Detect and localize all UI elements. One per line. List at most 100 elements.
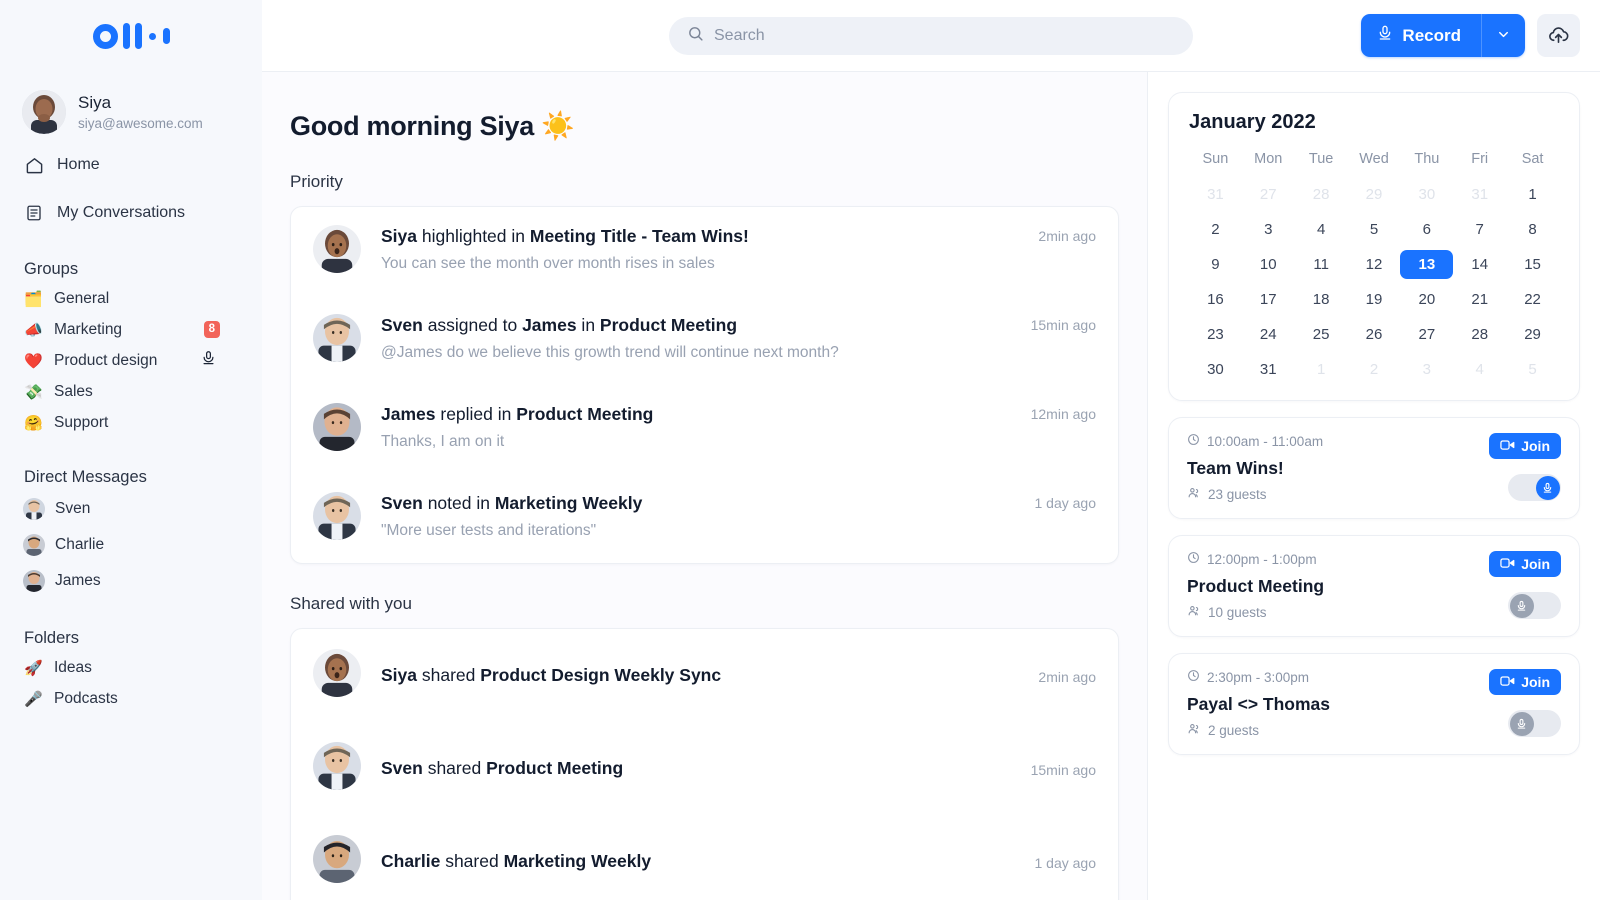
- list-item[interactable]: Sven noted in Marketing Weekly "More use…: [291, 474, 1118, 563]
- list-item[interactable]: Siya highlighted in Meeting Title - Team…: [291, 207, 1118, 296]
- calendar-day[interactable]: 18: [1295, 285, 1348, 314]
- calendar-day[interactable]: 24: [1242, 320, 1295, 349]
- calendar-day[interactable]: 10: [1242, 250, 1295, 279]
- calendar-day-selected[interactable]: 13: [1400, 250, 1453, 279]
- list-item[interactable]: Sven shared Product Meeting 15min ago: [291, 722, 1118, 815]
- calendar-day[interactable]: 1: [1295, 355, 1348, 384]
- clock-icon: [1187, 669, 1200, 685]
- logo-wrap: [20, 0, 242, 72]
- calendar-day[interactable]: 4: [1295, 215, 1348, 244]
- calendar-day[interactable]: 17: [1242, 285, 1295, 314]
- calendar-day[interactable]: 8: [1506, 215, 1559, 244]
- calendar-day[interactable]: 25: [1295, 320, 1348, 349]
- actor-name: Sven: [381, 315, 423, 335]
- groups-section-title: Groups: [20, 260, 242, 279]
- calendar-day[interactable]: 28: [1295, 180, 1348, 209]
- calendar-day[interactable]: 29: [1348, 180, 1401, 209]
- list-item[interactable]: Sven assigned to James in Product Meetin…: [291, 296, 1118, 385]
- meeting-title: Product Meeting: [1187, 576, 1561, 597]
- list-item-body: Sven shared Product Meeting: [381, 757, 1015, 781]
- calendar-day[interactable]: 31: [1242, 355, 1295, 384]
- calendar-day[interactable]: 7: [1453, 215, 1506, 244]
- action-verb: shared: [440, 851, 503, 871]
- join-button[interactable]: Join: [1489, 669, 1561, 695]
- sidebar-item-my-conversations[interactable]: My Conversations: [20, 196, 242, 230]
- join-button[interactable]: Join: [1489, 433, 1561, 459]
- search-input[interactable]: [714, 27, 1175, 45]
- calendar-day[interactable]: 29: [1506, 320, 1559, 349]
- sidebar-item-home[interactable]: Home: [20, 148, 242, 182]
- record-dropdown-button[interactable]: [1481, 14, 1525, 57]
- microphone-icon[interactable]: [201, 350, 216, 371]
- upload-button[interactable]: [1537, 14, 1580, 57]
- calendar-day[interactable]: 1: [1506, 180, 1559, 209]
- calendar-day[interactable]: 15: [1506, 250, 1559, 279]
- sidebar-dm-charlie[interactable]: Charlie: [20, 527, 242, 563]
- calendar-day[interactable]: 2: [1189, 215, 1242, 244]
- topbar-actions: Record: [1361, 14, 1580, 57]
- sidebar-dm-sven[interactable]: Sven: [20, 491, 242, 527]
- calendar-day[interactable]: 12: [1348, 250, 1401, 279]
- calendar-day[interactable]: 6: [1400, 215, 1453, 244]
- calendar-day[interactable]: 3: [1400, 355, 1453, 384]
- calendar-day[interactable]: 23: [1189, 320, 1242, 349]
- calendar-grid: Sun Mon Tue Wed Thu Fri Sat 31 27 28 29 …: [1189, 144, 1559, 384]
- people-icon: [1187, 604, 1201, 620]
- list-item-title: Sven noted in Marketing Weekly: [381, 492, 1019, 516]
- meeting-card[interactable]: 10:00am - 11:00am Team Wins! 23 guests J: [1168, 417, 1580, 519]
- search-box[interactable]: [669, 17, 1193, 55]
- sidebar-group-sales[interactable]: 💸 Sales: [20, 376, 242, 407]
- join-button[interactable]: Join: [1489, 551, 1561, 577]
- calendar-day[interactable]: 9: [1189, 250, 1242, 279]
- list-item[interactable]: Charlie shared Marketing Weekly 1 day ag…: [291, 815, 1118, 900]
- calendar-day[interactable]: 21: [1453, 285, 1506, 314]
- list-item-timestamp: 2min ago: [1022, 666, 1096, 685]
- sidebar-group-product-design[interactable]: ❤️ Product design: [20, 345, 242, 376]
- calendar-day[interactable]: 5: [1506, 355, 1559, 384]
- calendar-day[interactable]: 30: [1400, 180, 1453, 209]
- calendar-day[interactable]: 19: [1348, 285, 1401, 314]
- microphone-toggle[interactable]: [1508, 710, 1561, 737]
- calendar-day[interactable]: 27: [1400, 320, 1453, 349]
- sidebar-dm-james[interactable]: James: [20, 563, 242, 599]
- calendar-day[interactable]: 27: [1242, 180, 1295, 209]
- sidebar-group-marketing[interactable]: 📣 Marketing 8: [20, 314, 242, 345]
- list-item-snippet: "More user tests and iterations": [381, 522, 1019, 540]
- sidebar-folder-podcasts[interactable]: 🎤 Podcasts: [20, 683, 242, 714]
- microphone-toggle[interactable]: [1508, 592, 1561, 619]
- calendar-day[interactable]: 5: [1348, 215, 1401, 244]
- calendar-day[interactable]: 16: [1189, 285, 1242, 314]
- actor-name: Siya: [381, 665, 417, 685]
- microphone-toggle[interactable]: [1508, 474, 1561, 501]
- list-item-snippet: You can see the month over month rises i…: [381, 255, 1022, 273]
- profile-email: siya@awesome.com: [78, 116, 203, 131]
- calendar-day[interactable]: 4: [1453, 355, 1506, 384]
- list-item-snippet: @James do we believe this growth trend w…: [381, 344, 1015, 362]
- calendar-day[interactable]: 11: [1295, 250, 1348, 279]
- meeting-card[interactable]: 2:30pm - 3:00pm Payal <> Thomas 2 guests: [1168, 653, 1580, 755]
- people-icon: [1187, 722, 1201, 738]
- meeting-card[interactable]: 12:00pm - 1:00pm Product Meeting 10 gues…: [1168, 535, 1580, 637]
- app-root: Siya siya@awesome.com Home My Conversati…: [0, 0, 1600, 900]
- sidebar-group-support[interactable]: 🤗 Support: [20, 407, 242, 438]
- calendar-day[interactable]: 2: [1348, 355, 1401, 384]
- calendar-day[interactable]: 22: [1506, 285, 1559, 314]
- sidebar-group-general[interactable]: 🗂️ General: [20, 283, 242, 314]
- list-item[interactable]: James replied in Product Meeting Thanks,…: [291, 385, 1118, 474]
- calendar-day[interactable]: 31: [1453, 180, 1506, 209]
- meeting-time: 2:30pm - 3:00pm: [1207, 670, 1309, 685]
- otter-logo[interactable]: [93, 23, 170, 49]
- calendar-day[interactable]: 30: [1189, 355, 1242, 384]
- profile[interactable]: Siya siya@awesome.com: [20, 90, 242, 134]
- calendar-day[interactable]: 14: [1453, 250, 1506, 279]
- calendar-day[interactable]: 3: [1242, 215, 1295, 244]
- list-item[interactable]: Siya shared Product Design Weekly Sync 2…: [291, 629, 1118, 722]
- video-camera-icon: [1500, 438, 1515, 454]
- calendar-day[interactable]: 20: [1400, 285, 1453, 314]
- calendar-day[interactable]: 26: [1348, 320, 1401, 349]
- record-button[interactable]: Record: [1361, 14, 1481, 57]
- sidebar-folder-ideas[interactable]: 🚀 Ideas: [20, 652, 242, 683]
- calendar-day[interactable]: 28: [1453, 320, 1506, 349]
- calendar-day[interactable]: 31: [1189, 180, 1242, 209]
- priority-list: Siya highlighted in Meeting Title - Team…: [290, 206, 1119, 564]
